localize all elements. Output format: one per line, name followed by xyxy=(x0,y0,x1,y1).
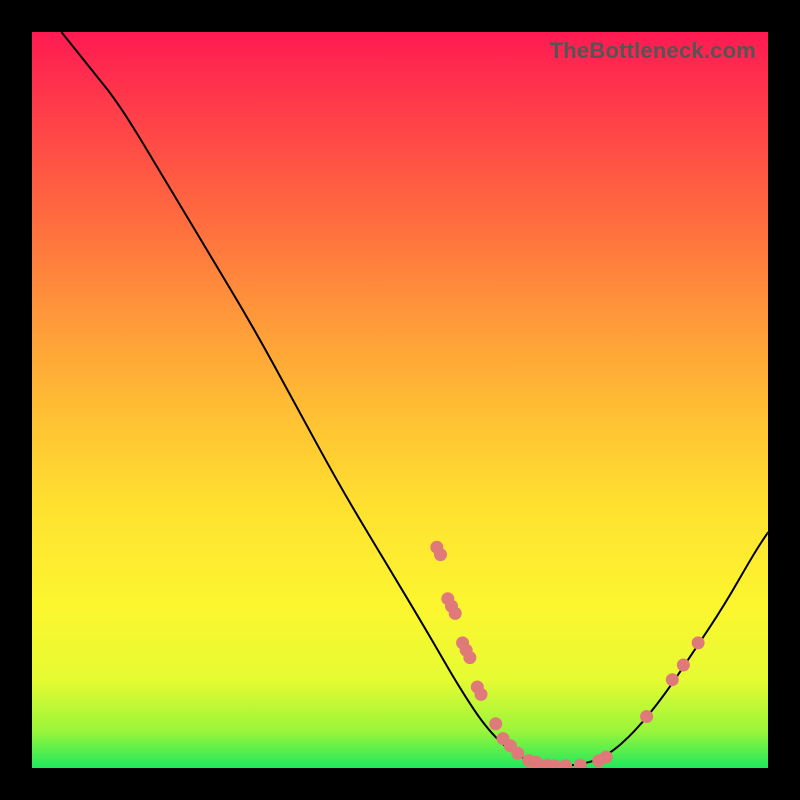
data-point xyxy=(435,549,447,561)
plot-svg xyxy=(32,32,768,768)
data-point xyxy=(475,688,487,700)
chart-area: TheBottleneck.com xyxy=(32,32,768,768)
data-point xyxy=(464,652,476,664)
data-point xyxy=(560,760,572,768)
data-point xyxy=(666,674,678,686)
data-point xyxy=(549,760,561,768)
data-point xyxy=(449,607,461,619)
data-point xyxy=(530,756,542,768)
data-point xyxy=(641,711,653,723)
data-point xyxy=(677,659,689,671)
data-point xyxy=(490,718,502,730)
data-point xyxy=(512,747,524,759)
data-point xyxy=(600,751,612,763)
bottleneck-curve xyxy=(61,32,768,766)
data-point xyxy=(692,637,704,649)
data-points xyxy=(431,541,704,768)
data-point xyxy=(574,759,586,768)
